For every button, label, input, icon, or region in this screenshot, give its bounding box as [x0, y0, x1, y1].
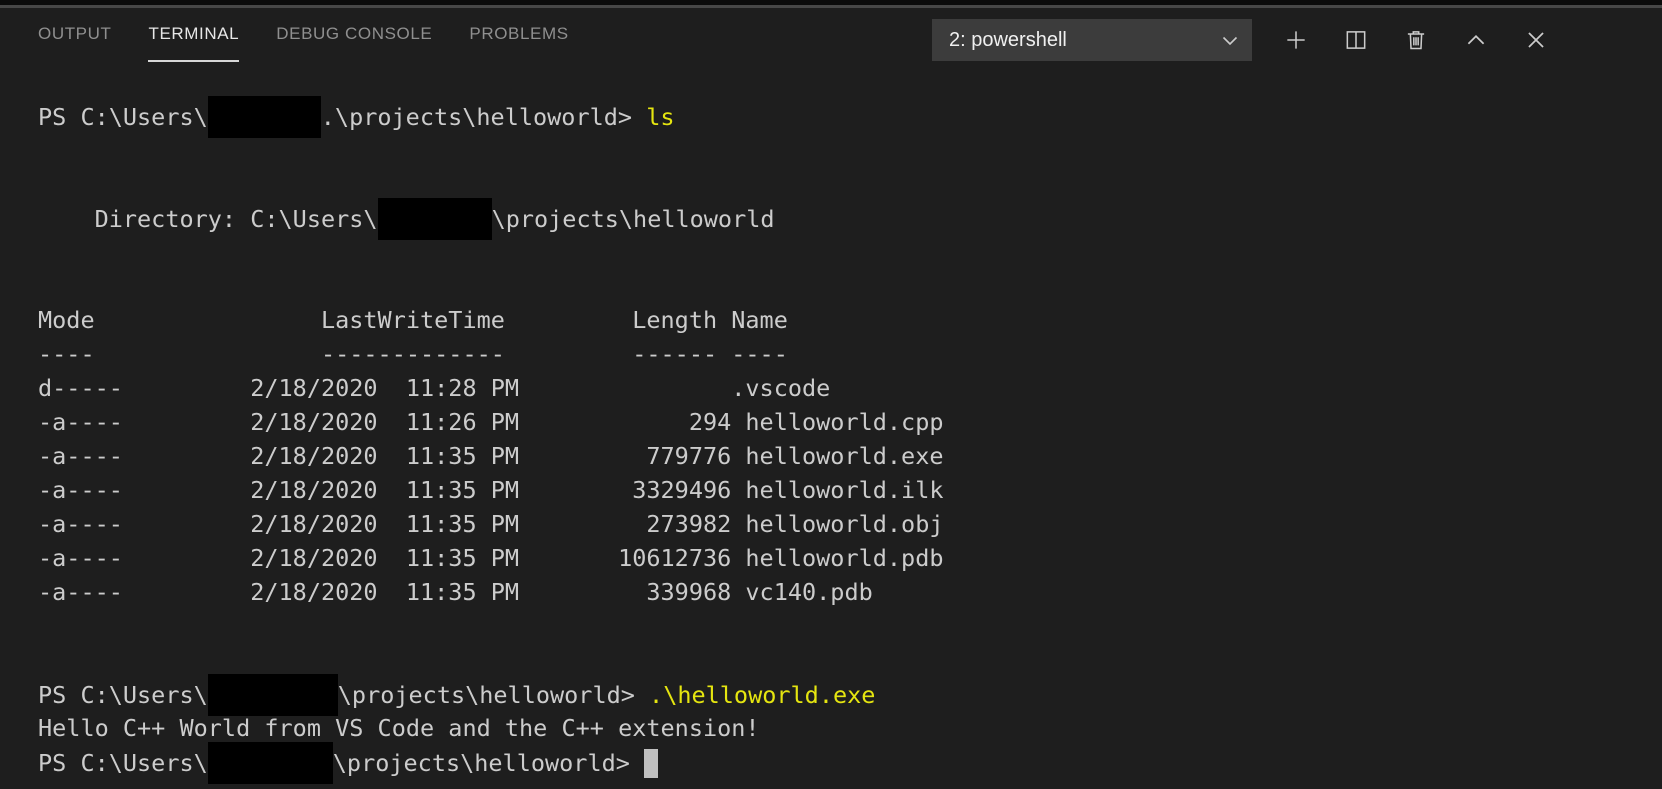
terminal-line: -a---- 2/18/2020 11:35 PM 10612736 hello… — [38, 541, 1662, 575]
terminal-line: -a---- 2/18/2020 11:35 PM 273982 hellowo… — [38, 507, 1662, 541]
split-terminal-button[interactable] — [1342, 26, 1370, 54]
terminal-cursor — [644, 748, 659, 778]
terminal-line: -a---- 2/18/2020 11:35 PM 3329496 hellow… — [38, 473, 1662, 507]
terminal-line: PS C:\Users\ \projects\helloworld> — [38, 742, 1662, 784]
terminal-line: Hello C++ World from VS Code and the C++… — [38, 711, 1662, 745]
terminal-text: \projects\helloworld> — [337, 681, 650, 709]
terminal-text: -a---- 2/18/2020 11:35 PM 273982 hellowo… — [38, 510, 944, 538]
terminal-line: Directory: C:\Users\ \projects\helloworld — [38, 198, 1662, 240]
terminal-text: -a---- 2/18/2020 11:26 PM 294 helloworld… — [38, 408, 944, 436]
terminal-text: PS C:\Users\ — [38, 749, 208, 777]
redaction-box — [377, 198, 492, 240]
command-text: .\helloworld.exe — [649, 681, 876, 709]
redaction-box — [207, 96, 321, 138]
terminal-line: -a---- 2/18/2020 11:35 PM 779776 hellowo… — [38, 439, 1662, 473]
maximize-panel-button[interactable] — [1462, 26, 1490, 54]
chevron-down-icon — [1222, 29, 1238, 52]
terminal-text: ---- ------------- ------ ---- — [38, 340, 788, 368]
redaction-box — [207, 674, 338, 716]
terminal-text: -a---- 2/18/2020 11:35 PM 3329496 hellow… — [38, 476, 944, 504]
terminal-line: -a---- 2/18/2020 11:35 PM 339968 vc140.p… — [38, 575, 1662, 609]
terminal-picker-dropdown[interactable]: 2: powershell — [932, 19, 1252, 61]
terminal-text: \projects\helloworld — [491, 205, 775, 233]
terminal-line: Mode LastWriteTime Length Name — [38, 303, 1662, 337]
terminal-action-buttons — [1282, 26, 1550, 54]
terminal-panel: OUTPUT TERMINAL DEBUG CONSOLE PROBLEMS 2… — [0, 0, 1662, 789]
panel-tab-bar: OUTPUT TERMINAL DEBUG CONSOLE PROBLEMS — [38, 24, 569, 62]
tab-debug-console[interactable]: DEBUG CONSOLE — [276, 24, 432, 62]
tab-problems[interactable]: PROBLEMS — [469, 24, 568, 62]
panel-resize-sash[interactable] — [0, 5, 1662, 8]
terminal-text: Hello C++ World from VS Code and the C++… — [38, 714, 760, 742]
tab-terminal[interactable]: TERMINAL — [148, 24, 240, 62]
terminal-line: PS C:\Users\ \projects\helloworld> .\hell… — [38, 674, 1662, 716]
split-icon — [1343, 27, 1369, 53]
terminal-line: PS C:\Users\ .\projects\helloworld> ls — [38, 96, 1662, 138]
terminal-line: ---- ------------- ------ ---- — [38, 337, 1662, 371]
new-terminal-button[interactable] — [1282, 26, 1310, 54]
trash-icon — [1403, 27, 1429, 53]
close-icon — [1523, 27, 1549, 53]
close-panel-button[interactable] — [1522, 26, 1550, 54]
terminal-picker-value: 2: powershell — [949, 28, 1067, 51]
terminal-output[interactable]: PS C:\Users\ .\projects\helloworld> ls Di… — [38, 96, 1662, 789]
chevron-up-icon — [1463, 27, 1489, 53]
terminal-text: \projects\helloworld> — [332, 749, 645, 777]
redaction-box — [207, 742, 333, 784]
terminal-text: .\projects\helloworld> — [320, 103, 647, 131]
command-text: ls — [646, 103, 675, 131]
plus-icon — [1283, 27, 1309, 53]
terminal-text: d----- 2/18/2020 11:28 PM .vscode — [38, 374, 831, 402]
terminal-text: Directory: C:\Users\ — [38, 205, 378, 233]
terminal-text: -a---- 2/18/2020 11:35 PM 339968 vc140.p… — [38, 578, 873, 606]
terminal-text: PS C:\Users\ — [38, 103, 208, 131]
terminal-controls: 2: powershell — [932, 19, 1550, 61]
terminal-text: Mode LastWriteTime Length Name — [38, 306, 788, 334]
kill-terminal-button[interactable] — [1402, 26, 1430, 54]
terminal-text: -a---- 2/18/2020 11:35 PM 779776 hellowo… — [38, 442, 944, 470]
terminal-text: -a---- 2/18/2020 11:35 PM 10612736 hello… — [38, 544, 944, 572]
tab-output[interactable]: OUTPUT — [38, 24, 111, 62]
terminal-line: d----- 2/18/2020 11:28 PM .vscode — [38, 371, 1662, 405]
terminal-text: PS C:\Users\ — [38, 681, 208, 709]
terminal-line: -a---- 2/18/2020 11:26 PM 294 helloworld… — [38, 405, 1662, 439]
